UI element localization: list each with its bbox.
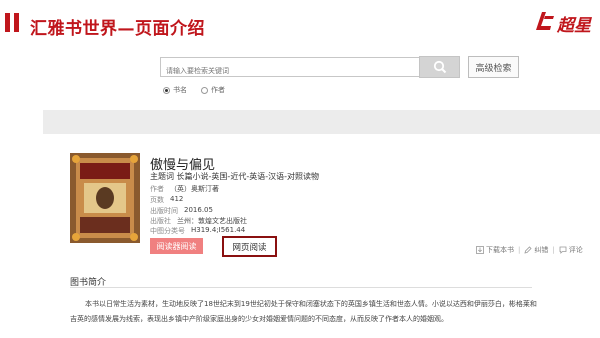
book-actions: 下载本书 | 纠错 | 评论 xyxy=(476,245,583,255)
intro-text: 本书以日常生活为素材，生动地反映了18世纪末到19世纪初处于保守和闭塞状态下的英… xyxy=(70,300,537,323)
nav-band xyxy=(43,110,600,134)
search-icon xyxy=(433,60,446,74)
date-label: 出版时间 xyxy=(150,207,178,215)
edit-icon xyxy=(524,246,532,254)
download-label: 下载本书 xyxy=(486,246,514,254)
correct-label: 纠错 xyxy=(534,246,549,254)
comment-icon xyxy=(559,246,567,254)
advanced-search-button[interactable]: 高级检索 xyxy=(468,56,519,78)
date-value: 2016.05 xyxy=(184,206,213,214)
chaoxing-logo[interactable]: 超星 xyxy=(533,8,595,36)
topic-value: 长篇小说-英国-近代-英语-汉语-对照读物 xyxy=(176,172,319,181)
search-field[interactable] xyxy=(160,57,420,80)
book-cover[interactable] xyxy=(70,153,140,243)
publisher-value: 兰州：敦煌文艺出版社 xyxy=(177,217,247,225)
search-button[interactable] xyxy=(419,56,460,78)
author-row: 作者 （英）奥斯汀著 xyxy=(150,184,219,194)
logo-mark-icon xyxy=(536,12,554,30)
class-label: 中图分类号 xyxy=(150,227,185,235)
pages-label: 页数 xyxy=(150,196,164,204)
author-value: （英）奥斯汀著 xyxy=(170,185,219,193)
correct-action[interactable]: 纠错 xyxy=(524,245,548,255)
author-label: 作者 xyxy=(150,185,164,193)
comment-label: 评论 xyxy=(568,246,583,254)
pages-value: 412 xyxy=(170,195,184,203)
radio-author[interactable] xyxy=(201,86,208,94)
logo-text: 超星 xyxy=(557,16,591,36)
book-topic: 主题词 长篇小说-英国-近代-英语-汉语-对照读物 xyxy=(150,171,319,182)
page-title: 汇雅书世界—页面介绍 xyxy=(30,19,205,39)
class-value: H319.4;I561.44 xyxy=(191,226,246,234)
radio-title-label: 书名 xyxy=(173,86,187,94)
date-row: 出版时间 2016.05 xyxy=(150,206,213,216)
publisher-row: 出版社 兰州：敦煌文艺出版社 xyxy=(150,216,247,226)
intro-divider xyxy=(70,287,532,288)
download-action[interactable]: 下载本书 xyxy=(476,245,514,255)
search-input[interactable] xyxy=(161,62,419,80)
comment-action[interactable]: 评论 xyxy=(559,245,583,255)
search-type-options: 书名 作者 xyxy=(163,85,225,95)
radio-title[interactable] xyxy=(163,86,170,94)
radio-author-label: 作者 xyxy=(211,86,225,94)
web-read-button[interactable]: 网页阅读 xyxy=(222,236,277,257)
reader-read-button[interactable]: 阅读器阅读 xyxy=(150,238,203,254)
publisher-label: 出版社 xyxy=(150,217,171,225)
pages-row: 页数 412 xyxy=(150,195,183,205)
download-icon xyxy=(476,246,484,254)
class-row: 中图分类号 H319.4;I561.44 xyxy=(150,226,245,236)
topic-label: 主题词 xyxy=(150,172,174,181)
